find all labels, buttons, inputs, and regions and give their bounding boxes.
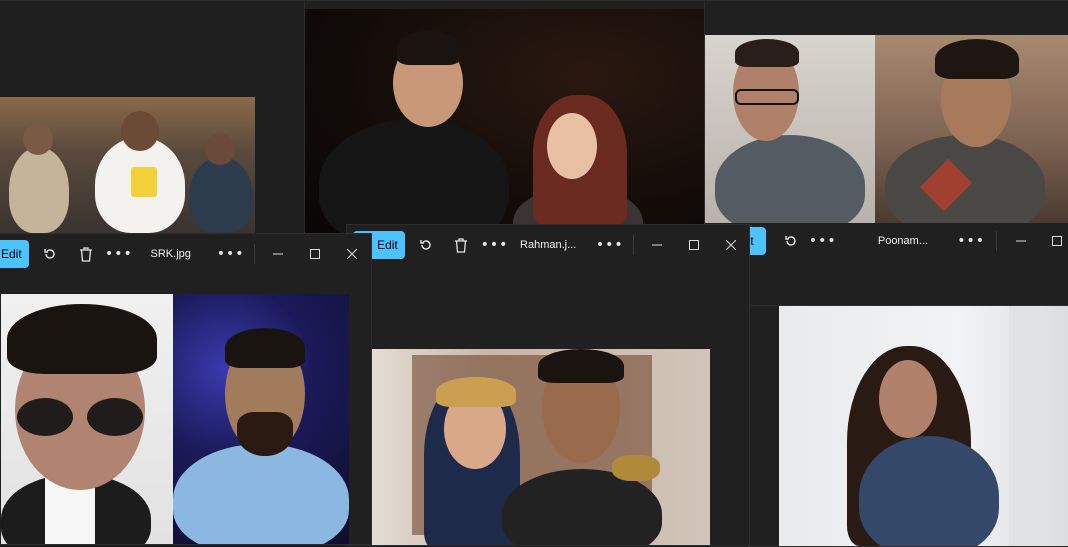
srk-photo [1,294,173,544]
more-options-icon[interactable]: ••• [594,237,625,253]
toolbar-right: Edit ••• Poonam... ••• [705,223,1068,259]
salman-photo [173,294,349,544]
edit-button-label: Edit [377,238,398,252]
toolbar-left: Edit ••• SRK.jpg ••• [0,236,371,272]
edit-button[interactable]: Edit [0,240,29,268]
filename-label: Poonam... [877,235,928,247]
more-options-icon[interactable]: ••• [103,246,134,262]
photos-window-two-men: Edit ••• Poonam... ••• [704,0,1068,308]
rotate-icon[interactable] [409,231,444,259]
photos-window-rahman: ✎ Edit ••• Rahman.j... ••• [346,224,750,546]
minimize-icon[interactable] [259,240,296,268]
photos-window-couple [304,0,708,234]
edit-button-label: Edit [1,247,22,261]
filename-label: Rahman.j... [520,239,577,251]
bespectacled-man-photo [705,35,875,223]
woman-photo [779,306,1068,546]
more-options-icon[interactable]: ••• [956,233,986,249]
crowd-photo [0,97,255,233]
trash-icon[interactable] [444,231,479,259]
photos-window-woman [748,305,1068,547]
more-options-icon[interactable]: ••• [215,246,246,262]
photos-window-srk: Edit ••• SRK.jpg ••• [0,233,372,545]
toolbar-middle: ✎ Edit ••• Rahman.j... ••• [347,227,749,263]
more-options-icon[interactable]: ••• [808,233,838,249]
more-options-icon[interactable]: ••• [479,237,510,253]
close-icon[interactable] [712,231,749,259]
minimize-icon[interactable] [1003,227,1039,255]
trash-icon[interactable] [68,240,103,268]
rotate-icon[interactable] [774,227,808,255]
rahman-couple-photo [372,349,710,545]
maximize-icon[interactable] [1039,227,1068,255]
rotate-icon[interactable] [33,240,68,268]
minimize-icon[interactable] [638,231,675,259]
couple-photo [305,9,707,233]
close-icon[interactable] [334,240,371,268]
filename-label: SRK.jpg [150,248,191,260]
maximize-icon[interactable] [297,240,334,268]
warrior-man-photo [875,35,1068,223]
photos-window-crowd [0,0,310,242]
maximize-icon[interactable] [675,231,712,259]
